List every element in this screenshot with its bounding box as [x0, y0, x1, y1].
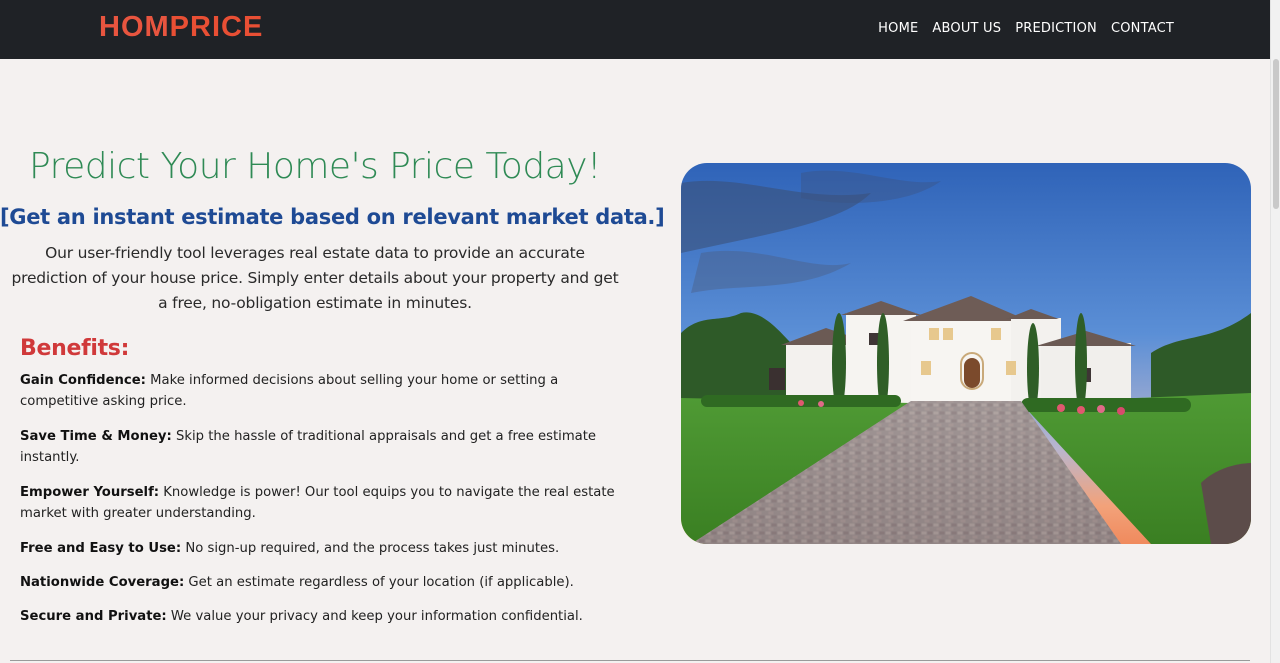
benefit-item: Free and Easy to Use: No sign-up require… — [20, 538, 620, 559]
benefits-list: Gain Confidence: Make informed decisions… — [20, 370, 620, 627]
benefit-item: Save Time & Money: Skip the hassle of tr… — [20, 426, 620, 468]
benefit-item: Nationwide Coverage: Get an estimate reg… — [20, 572, 620, 593]
logo-part-a: HOM — [99, 11, 170, 43]
nav-contact[interactable]: CONTACT — [1111, 21, 1174, 36]
benefit-label: Nationwide Coverage: — [20, 575, 185, 590]
benefit-text: Get an estimate regardless of your locat… — [184, 575, 574, 590]
benefit-text: We value your privacy and keep your info… — [166, 609, 583, 624]
logo-part-b: PRICE — [169, 11, 264, 43]
section-divider — [10, 660, 1250, 661]
benefit-text: No sign-up required, and the process tak… — [181, 541, 560, 556]
benefit-item: Gain Confidence: Make informed decisions… — [20, 370, 620, 412]
nav-home[interactable]: HOME — [878, 21, 918, 36]
benefit-item: Secure and Private: We value your privac… — [20, 606, 620, 627]
hero-title: Predict Your Home's Price Today! — [29, 146, 601, 187]
navbar: HOMPRICE HOME ABOUT US PREDICTION CONTAC… — [0, 0, 1280, 59]
brand-logo[interactable]: HOMPRICE — [99, 10, 263, 44]
benefit-item: Empower Yourself: Knowledge is power! Ou… — [20, 482, 620, 524]
benefit-label: Free and Easy to Use: — [20, 541, 182, 556]
hero-description: Our user-friendly tool leverages real es… — [11, 244, 619, 312]
benefit-label: Secure and Private: — [20, 609, 167, 624]
benefits-title: Benefits: — [20, 336, 130, 361]
benefit-label: Save Time & Money: — [20, 429, 172, 444]
scrollbar-thumb[interactable] — [1273, 59, 1279, 209]
hero-subtitle: [Get an instant estimate based on releva… — [0, 205, 665, 229]
house-photo — [681, 163, 1251, 544]
benefit-label: Gain Confidence: — [20, 373, 146, 388]
nav-prediction[interactable]: PREDICTION — [1015, 21, 1097, 36]
nav-about-us[interactable]: ABOUT US — [932, 21, 1001, 36]
page-scrollbar[interactable] — [1270, 0, 1280, 663]
main-nav: HOME ABOUT US PREDICTION CONTACT — [878, 21, 1174, 36]
benefit-label: Empower Yourself: — [20, 485, 160, 500]
